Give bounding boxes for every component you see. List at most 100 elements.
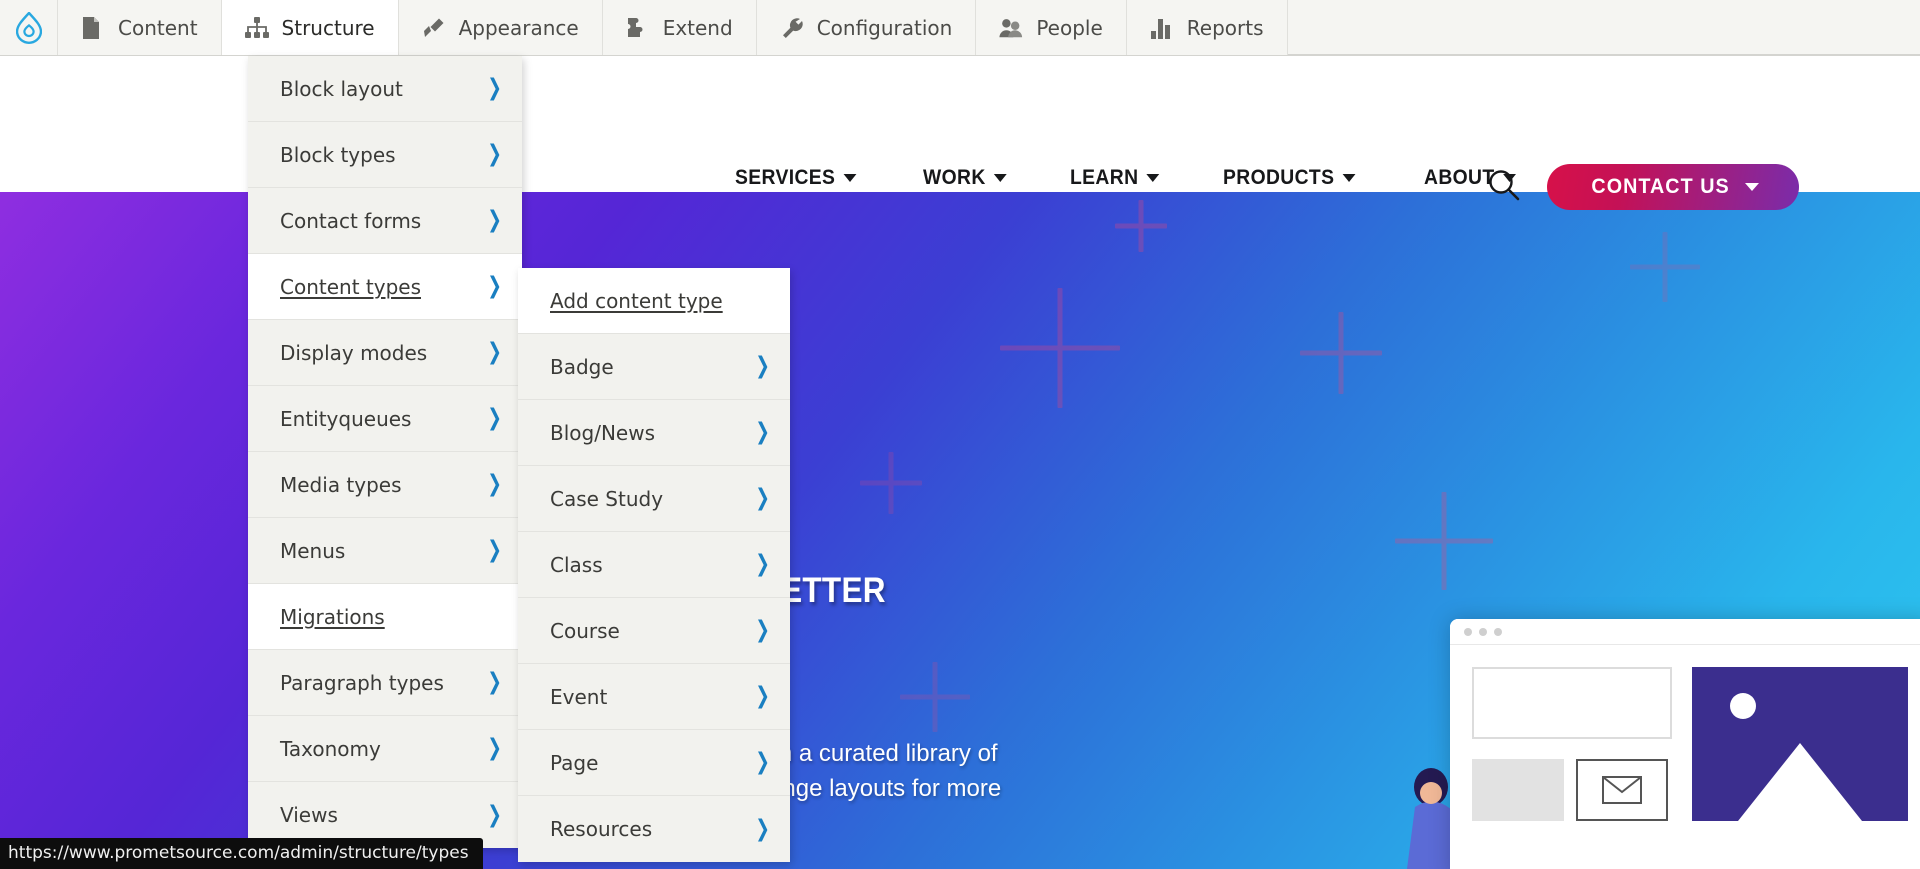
chevron-right-icon: ❯ — [487, 207, 502, 233]
moon-icon — [1730, 693, 1756, 719]
chevron-right-icon: ❯ — [487, 801, 502, 828]
browser-mockup-graphic — [1450, 619, 1920, 869]
toolbar-item-structure[interactable]: Structure — [221, 0, 399, 55]
menu-item-label: Page — [550, 750, 599, 775]
menu-item-label: Menus — [280, 538, 346, 563]
submenu-item-case-study[interactable]: Case Study ❯ — [518, 466, 790, 532]
menu-item-entityqueues[interactable]: Entityqueues ❯ — [248, 386, 522, 452]
website-main-nav: SERVICES WORK LEARN PRODUCTS ABOUT — [735, 166, 1523, 190]
toolbar-item-people[interactable]: People — [976, 0, 1127, 55]
toolbar-item-configuration[interactable]: Configuration — [757, 0, 977, 55]
menu-item-label: Block types — [280, 142, 396, 167]
menu-item-label: Migrations — [280, 604, 385, 629]
chevron-right-icon: ❯ — [755, 353, 770, 379]
submenu-item-event[interactable]: Event ❯ — [518, 664, 790, 730]
menu-item-block-types[interactable]: Block types ❯ — [248, 122, 522, 188]
nav-label: SERVICES — [735, 166, 836, 189]
submenu-item-class[interactable]: Class ❯ — [518, 532, 790, 598]
chevron-right-icon: ❯ — [487, 339, 502, 365]
toolbar-item-extend[interactable]: Extend — [603, 0, 757, 55]
mockup-dot — [1464, 627, 1472, 636]
chevron-right-icon: ❯ — [487, 405, 502, 431]
chevron-right-icon: ❯ — [755, 683, 770, 709]
chevron-down-icon — [843, 174, 857, 182]
envelope-icon — [1602, 776, 1642, 804]
menu-item-content-types[interactable]: Content types ❯ — [248, 254, 522, 320]
mountain-icon — [1738, 743, 1862, 821]
toolbar-item-label: Structure — [281, 15, 375, 40]
menu-item-label: Content types — [280, 274, 421, 299]
plus-decoration — [1115, 200, 1167, 252]
puzzle-piece-icon — [626, 16, 650, 40]
menu-item-label: Views — [280, 803, 338, 827]
submenu-item-add-content-type[interactable]: Add content type — [518, 268, 790, 334]
chevron-right-icon: ❯ — [487, 537, 502, 563]
menu-item-label: Taxonomy — [280, 736, 381, 761]
nav-item-learn[interactable]: LEARN — [1070, 166, 1160, 190]
menu-item-label: Contact forms — [280, 208, 422, 233]
menu-item-media-types[interactable]: Media types ❯ — [248, 452, 522, 518]
chevron-right-icon: ❯ — [487, 75, 502, 101]
submenu-item-resources[interactable]: Resources ❯ — [518, 796, 790, 862]
nav-label: PRODUCTS — [1223, 166, 1335, 189]
chevron-right-icon: ❯ — [487, 735, 502, 761]
mockup-image-panel — [1692, 667, 1908, 821]
menu-item-label: Badge — [550, 354, 614, 379]
menu-item-migrations[interactable]: Migrations — [248, 584, 522, 650]
submenu-item-blog-news[interactable]: Blog/News ❯ — [518, 400, 790, 466]
submenu-item-badge[interactable]: Badge ❯ — [518, 334, 790, 400]
menu-item-contact-forms[interactable]: Contact forms ❯ — [248, 188, 522, 254]
toolbar-item-label: Configuration — [816, 15, 953, 40]
menu-item-taxonomy[interactable]: Taxonomy ❯ — [248, 716, 522, 782]
mockup-dot — [1494, 627, 1502, 636]
chevron-right-icon: ❯ — [487, 273, 502, 299]
menu-item-label: Event — [550, 684, 608, 709]
submenu-item-course[interactable]: Course ❯ — [518, 598, 790, 664]
menu-item-label: Case Study — [550, 486, 664, 511]
menu-item-display-modes[interactable]: Display modes ❯ — [248, 320, 522, 386]
nav-label: LEARN — [1070, 166, 1139, 189]
chevron-down-icon — [993, 174, 1007, 182]
menu-item-label: Class — [550, 552, 603, 577]
menu-item-label: Block layout — [280, 76, 403, 101]
menu-item-block-layout[interactable]: Block layout ❯ — [248, 56, 522, 122]
nav-item-products[interactable]: PRODUCTS — [1223, 166, 1356, 190]
plus-decoration — [1395, 492, 1493, 590]
menu-item-paragraph-types[interactable]: Paragraph types ❯ — [248, 650, 522, 716]
plus-decoration — [1300, 312, 1382, 394]
chevron-right-icon: ❯ — [755, 749, 770, 775]
menu-item-label: Resources — [550, 817, 653, 841]
toolbar-item-appearance[interactable]: Appearance — [399, 0, 603, 55]
submenu-item-page[interactable]: Page ❯ — [518, 730, 790, 796]
drupal-logo[interactable] — [0, 0, 58, 55]
content-types-submenu: Add content type Badge ❯ Blog/News ❯ Cas… — [518, 268, 790, 862]
menu-item-label: Entityqueues — [280, 406, 412, 431]
contact-us-label: CONTACT US — [1591, 175, 1730, 198]
menu-item-menus[interactable]: Menus ❯ — [248, 518, 522, 584]
chevron-right-icon: ❯ — [487, 141, 502, 167]
drupal-admin-toolbar: Content Structure Appearance Extend Conf… — [0, 0, 1920, 56]
mockup-dot — [1479, 627, 1487, 636]
mockup-tile — [1472, 759, 1564, 821]
chevron-right-icon: ❯ — [755, 551, 770, 577]
menu-item-label: Course — [550, 618, 620, 643]
chevron-right-icon: ❯ — [755, 419, 770, 445]
structure-dropdown-menu: Block layout ❯ Block types ❯ Contact for… — [248, 56, 522, 848]
nav-item-services[interactable]: SERVICES — [735, 166, 857, 190]
chevron-right-icon: ❯ — [755, 815, 770, 842]
search-icon[interactable] — [1487, 168, 1521, 202]
contact-us-button[interactable]: CONTACT US — [1547, 164, 1799, 210]
file-icon — [81, 16, 105, 40]
chevron-right-icon: ❯ — [755, 617, 770, 643]
toolbar-item-label: Appearance — [458, 15, 579, 40]
plus-decoration — [860, 452, 922, 514]
menu-item-label: Blog/News — [550, 420, 655, 445]
toolbar-item-reports[interactable]: Reports — [1127, 0, 1288, 55]
plus-decoration — [1000, 288, 1120, 408]
mockup-content — [1450, 645, 1920, 821]
nav-item-work[interactable]: WORK — [923, 166, 1007, 190]
menu-item-label: Media types — [280, 472, 402, 497]
toolbar-item-content[interactable]: Content — [58, 0, 222, 55]
status-bar-url: https://www.prometsource.com/admin/struc… — [0, 838, 483, 869]
mockup-tiles-row — [1472, 759, 1672, 821]
